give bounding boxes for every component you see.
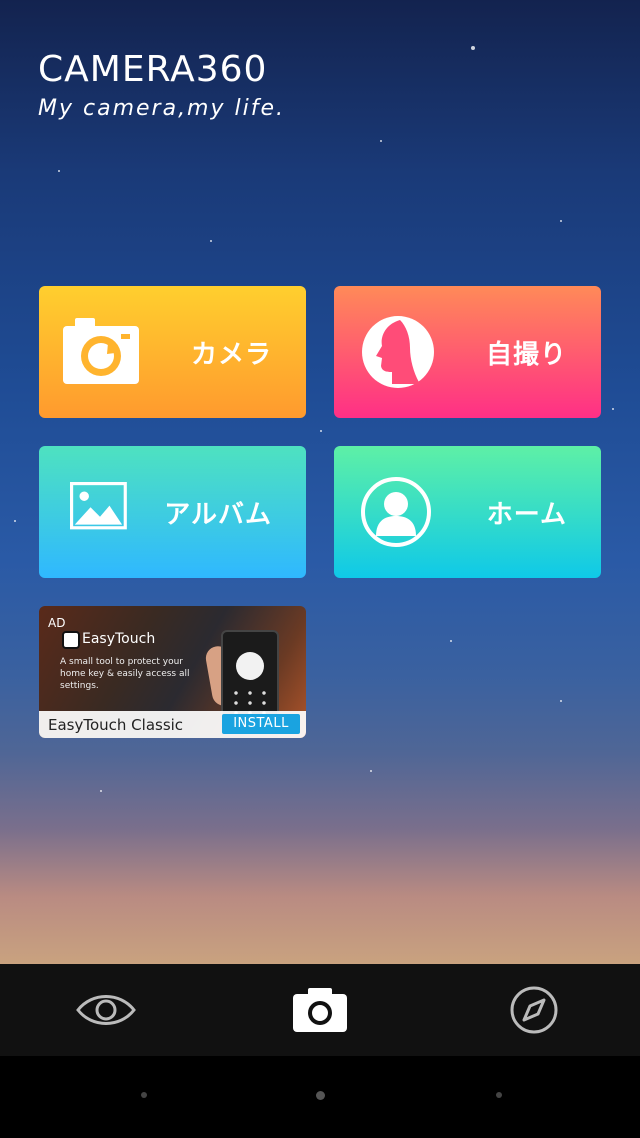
phone-screen-circle bbox=[236, 652, 264, 680]
star bbox=[370, 770, 372, 772]
tile-label: アルバム bbox=[164, 499, 272, 530]
star bbox=[14, 520, 16, 522]
album-image-icon bbox=[70, 482, 127, 530]
nav-back-button[interactable] bbox=[141, 1092, 147, 1098]
nav-home-button[interactable] bbox=[316, 1091, 325, 1100]
install-button[interactable]: INSTALL bbox=[222, 714, 300, 734]
bottom-toolbar bbox=[0, 964, 640, 1056]
app-title: CAMERA360 bbox=[38, 49, 268, 90]
eye-button[interactable] bbox=[74, 980, 138, 1040]
star bbox=[210, 240, 212, 242]
album-tile-button[interactable]: アルバム bbox=[39, 446, 306, 578]
compass-icon bbox=[510, 986, 558, 1034]
star bbox=[320, 430, 322, 432]
star bbox=[560, 220, 562, 222]
tile-label: 自撮り bbox=[485, 339, 567, 370]
easytouch-logo-icon bbox=[62, 631, 80, 649]
star bbox=[58, 170, 60, 172]
ad-badge: AD bbox=[48, 616, 66, 630]
star bbox=[450, 640, 452, 642]
profile-person-icon bbox=[361, 477, 431, 547]
tile-label: カメラ bbox=[190, 339, 272, 370]
camera-icon bbox=[63, 318, 139, 384]
home-tile-button[interactable]: ホーム bbox=[334, 446, 601, 578]
ad-description: A small tool to protect your home key & … bbox=[60, 657, 190, 691]
selfie-tile-button[interactable]: 自撮り bbox=[334, 286, 601, 418]
brand-header: CAMERA360 My camera,my life. bbox=[38, 49, 285, 122]
ad-banner[interactable]: AD EasyTouch A small tool to protect you… bbox=[39, 606, 306, 738]
star bbox=[560, 700, 562, 702]
ad-title: EasyTouch Classic bbox=[48, 716, 184, 734]
camera-icon bbox=[293, 988, 347, 1032]
ad-app-name: EasyTouch bbox=[82, 631, 156, 647]
star bbox=[612, 408, 614, 410]
camera-tile-button[interactable]: カメラ bbox=[39, 286, 306, 418]
eye-icon bbox=[76, 995, 136, 1025]
star bbox=[471, 46, 475, 50]
ad-footer: EasyTouch Classic INSTALL bbox=[39, 711, 306, 738]
app-tagline: My camera,my life. bbox=[38, 96, 285, 121]
star bbox=[100, 790, 102, 792]
tile-label: ホーム bbox=[486, 499, 567, 530]
shutter-camera-button[interactable] bbox=[288, 980, 352, 1040]
system-nav-bar bbox=[0, 1056, 640, 1138]
selfie-face-icon bbox=[362, 316, 434, 388]
home-screen: CAMERA360 My camera,my life. カメラ 自撮り アルバ… bbox=[0, 0, 640, 964]
compass-button[interactable] bbox=[502, 980, 566, 1040]
star bbox=[380, 140, 382, 142]
nav-recents-button[interactable] bbox=[496, 1092, 502, 1098]
